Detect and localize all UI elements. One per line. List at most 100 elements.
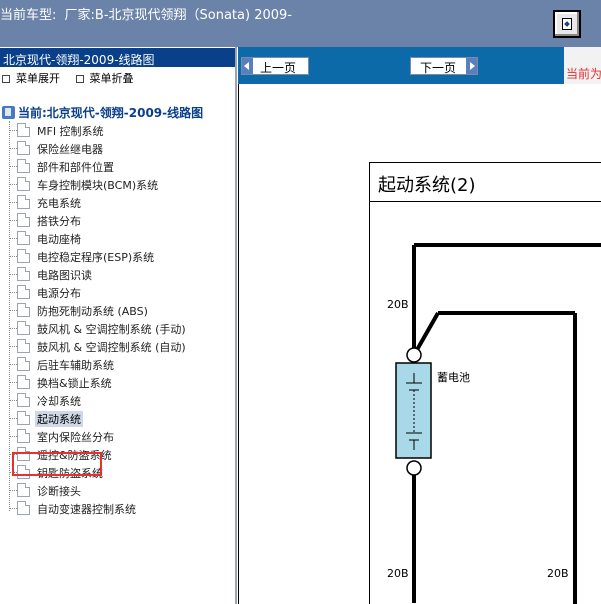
tree-item[interactable]: 保险丝继电器 (0, 139, 236, 157)
tree-connector-branch (10, 436, 17, 437)
next-page-button[interactable]: 下一页 (410, 57, 478, 75)
tree-item-label: 部件和部件位置 (37, 161, 114, 174)
tree-item-label: 起动系统 (35, 411, 83, 427)
top-header: 当前车型: 厂家:B-北京现代领翔（Sonata) 2009- (0, 0, 601, 47)
tree-item-label: 电动座椅 (37, 233, 81, 246)
tree-connector-branch (10, 418, 17, 419)
tree-item[interactable]: 起动系统 (0, 409, 236, 427)
window-restore-icon (562, 18, 572, 30)
battery-label: 蓄电池 (437, 371, 470, 384)
wire-label-top-left: 20B (387, 298, 409, 311)
tree-connector-branch (10, 148, 17, 149)
tree-item[interactable]: 鼓风机 & 空调控制系统 (自动) (0, 337, 236, 355)
tree-item-label: 诊断接头 (37, 485, 81, 498)
document-icon (17, 303, 30, 317)
document-icon (17, 429, 30, 443)
document-icon (17, 123, 30, 137)
tree-item-label: 充电系统 (37, 197, 81, 210)
tree-connector-branch (10, 166, 17, 167)
tree-item-label: 鼓风机 & 空调控制系统 (自动) (37, 341, 186, 354)
sidebar-heading: 北京现代-领翔-2009-线路图 (0, 47, 235, 67)
tree-item-label: 搭铁分布 (37, 215, 81, 228)
wiring-diagram: 起动系统(2) 20B 蓄电池 20B 20B (369, 162, 601, 604)
document-icon (17, 339, 30, 353)
tree-item-label: 鼓风机 & 空调控制系统 (手动) (37, 323, 186, 336)
document-icon (17, 213, 30, 227)
tree-item[interactable]: 车身控制模块(BCM)系统 (0, 175, 236, 193)
wire-label-bottom-right: 20B (547, 567, 569, 580)
document-icon (17, 501, 30, 515)
tree-item[interactable]: 部件和部件位置 (0, 157, 236, 175)
content-panel: 上一页 下一页 当前为 起动系统(2) 20B 蓄电池 20B 20B (238, 47, 601, 604)
tree-item-label: 换档&锁止系统 (37, 377, 112, 390)
tree-item[interactable]: MFI 控制系统 (0, 121, 236, 139)
document-icon (17, 177, 30, 191)
tree-item-label: 电路图识读 (37, 269, 92, 282)
tree-connector-branch (10, 346, 17, 347)
tree-item[interactable]: 电源分布 (0, 283, 236, 301)
collapse-icon (75, 75, 84, 83)
tree-item[interactable]: 诊断接头 (0, 481, 236, 499)
tree-connector-branch (10, 238, 17, 239)
document-icon (17, 159, 30, 173)
current-position-label: 当前为 (564, 47, 601, 84)
document-icon (17, 195, 30, 209)
tree-connector-branch (10, 328, 17, 329)
document-icon (17, 483, 30, 497)
tree-connector-branch (10, 508, 17, 509)
tree-connector-branch (10, 382, 17, 383)
prev-page-button[interactable]: 上一页 (241, 57, 309, 75)
tree-item-label: 自动变速器控制系统 (37, 503, 136, 516)
battery-terminal-top (406, 347, 422, 363)
tree-root-label: 当前:北京现代-领翔-2009-线路图 (18, 106, 204, 120)
tree-item[interactable]: 鼓风机 & 空调控制系统 (手动) (0, 319, 236, 337)
arrow-right-icon (466, 58, 477, 74)
tree-connector-branch (10, 292, 17, 293)
tree-item[interactable]: 电动座椅 (0, 229, 236, 247)
tree-item[interactable]: 充电系统 (0, 193, 236, 211)
tree-item-label: 室内保险丝分布 (37, 431, 114, 444)
document-icon (17, 267, 30, 281)
tree-item[interactable]: 电路图识读 (0, 265, 236, 283)
sidebar: 北京现代-领翔-2009-线路图 菜单展开 菜单折叠 当前:北京现代-领翔-20… (0, 47, 237, 604)
tree-item[interactable]: 自动变速器控制系统 (0, 499, 236, 517)
wire-label-bottom-left: 20B (387, 567, 409, 580)
document-icon (17, 375, 30, 389)
tree-item-label: 电源分布 (37, 287, 81, 300)
window-restore-button[interactable] (553, 10, 581, 38)
menu-operations: 菜单展开 菜单折叠 (0, 67, 235, 87)
menu-expand-button[interactable]: 菜单展开 (2, 70, 60, 86)
page-nav-bar: 上一页 下一页 当前为 (238, 47, 601, 84)
tree-item[interactable]: 室内保险丝分布 (0, 427, 236, 445)
document-icon (17, 411, 30, 425)
tree-connector-branch (10, 256, 17, 257)
tree-item[interactable]: 后驻车辅助系统 (0, 355, 236, 373)
expand-icon (2, 75, 10, 83)
tree-connector-branch (10, 184, 17, 185)
tree-item-label: 后驻车辅助系统 (37, 359, 114, 372)
document-icon (17, 249, 30, 263)
vehicle-title-text: 厂家:B-北京现代领翔（Sonata) 2009- (64, 8, 292, 23)
tree-item[interactable]: 冷却系统 (0, 391, 236, 409)
tree-item-label: MFI 控制系统 (37, 125, 104, 138)
tree-connector-branch (10, 400, 17, 401)
menu-collapse-button[interactable]: 菜单折叠 (75, 70, 134, 86)
vehicle-title: 当前车型: 厂家:B-北京现代领翔（Sonata) 2009- (0, 4, 296, 23)
tree-item[interactable]: 电控稳定程序(ESP)系统 (0, 247, 236, 265)
document-icon (17, 321, 30, 335)
tree-connector-branch (10, 490, 17, 491)
tree-item[interactable]: 防抱死制动系统 (ABS) (0, 301, 236, 319)
document-icon (17, 393, 30, 407)
tree-item[interactable]: 搭铁分布 (0, 211, 236, 229)
document-icon (17, 285, 30, 299)
tree-connector-branch (10, 202, 17, 203)
tree-item[interactable]: 换档&锁止系统 (0, 373, 236, 391)
document-icon (17, 231, 30, 245)
circuit-drawing: 20B 蓄电池 20B 20B (387, 243, 601, 604)
tree-connector-branch (10, 274, 17, 275)
tree-item-label: 车身控制模块(BCM)系统 (37, 179, 159, 192)
vehicle-title-prefix: 当前车型: (0, 8, 57, 23)
tree-root[interactable]: 当前:北京现代-领翔-2009-线路图 (2, 104, 203, 121)
diagram-viewer[interactable]: 起动系统(2) 20B 蓄电池 20B 20B (238, 84, 601, 604)
document-icon (17, 141, 30, 155)
